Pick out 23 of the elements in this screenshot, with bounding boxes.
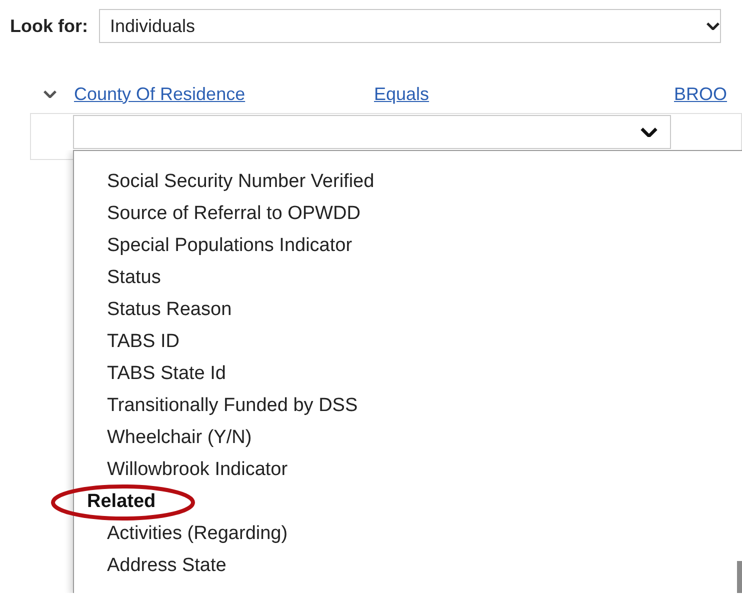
option-item[interactable]: Status Reason [74, 294, 232, 326]
look-for-label: Look for: [10, 16, 88, 36]
group-heading: Related [74, 486, 156, 518]
field-link[interactable]: County Of Residence [74, 84, 374, 104]
chevron-down-icon[interactable] [43, 90, 57, 98]
option-item[interactable]: Transitionally Funded by DSS [74, 390, 358, 422]
option-item[interactable]: Address State [74, 550, 226, 582]
option-item[interactable]: Social Security Number Verified [74, 166, 374, 198]
operator-link[interactable]: Equals [374, 84, 674, 104]
option-item[interactable]: Status [74, 262, 161, 294]
field-dropdown[interactable] [73, 115, 671, 149]
value-link[interactable]: BROO [674, 84, 728, 104]
chevron-down-icon[interactable] [640, 126, 658, 138]
option-item[interactable]: Activities (Regarding) [74, 518, 288, 550]
option-item[interactable]: Source of Referral to OPWDD [74, 198, 360, 230]
option-item[interactable]: TABS State Id [74, 358, 226, 390]
scrollbar-thumb[interactable] [737, 561, 742, 593]
option-item[interactable]: Wheelchair (Y/N) [74, 422, 252, 454]
option-item[interactable]: Special Populations Indicator [74, 230, 352, 262]
chevron-icon[interactable] [706, 22, 720, 30]
look-for-dropdown[interactable]: Individuals [99, 9, 721, 43]
option-item[interactable]: TABS ID [74, 326, 180, 358]
option-item[interactable]: Willowbrook Indicator [74, 454, 288, 486]
